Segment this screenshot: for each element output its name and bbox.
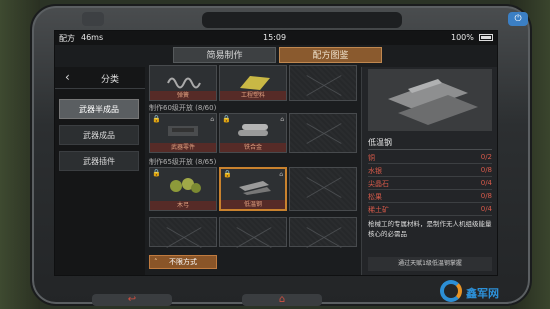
recipe-grid: 弹簧 工程塑料 制作60级开放 (8/60) 🔒 ⌂ 武器零件 🔒 ⌂ 铁合金 …: [147, 65, 361, 275]
unlock-hint: 通过天赋1级低温钢掌握: [368, 257, 492, 271]
recipe-cell-plastic[interactable]: 工程塑料: [219, 65, 287, 101]
material-row: 松果 0/8: [368, 192, 492, 203]
recipe-cell-weapon-parts[interactable]: 🔒 ⌂ 武器零件: [149, 113, 217, 153]
unlimited-mode-label: 不限方式: [169, 258, 197, 266]
cell-label: 弹簧: [150, 91, 216, 100]
chevron-left-icon[interactable]: ‹: [65, 70, 70, 84]
material-name: 铜: [368, 154, 375, 162]
recipe-cell-empty: [289, 113, 357, 153]
weapon-parts-icon: [168, 126, 198, 136]
home-button[interactable]: ⌂: [242, 294, 322, 306]
device-bottom-bar: ↩ ⌂: [92, 294, 472, 308]
status-bar: 配方 46ms 15:09 100%: [55, 31, 497, 45]
recipe-cell-empty: [149, 217, 217, 247]
watermark-text: 鑫军网: [466, 287, 499, 300]
clock-text: 15:09: [263, 33, 287, 42]
material-name: 稀土矿: [368, 206, 389, 214]
material-row: 铜 0/2: [368, 153, 492, 164]
power-button[interactable]: ⏻: [508, 12, 528, 26]
lock-icon: 🔒: [222, 115, 231, 123]
house-icon: ⌂: [280, 116, 284, 123]
unlimited-mode-button[interactable]: ˄ 不限方式: [149, 255, 217, 269]
sidebar-item-weapon-finished[interactable]: 武器成品: [59, 125, 139, 145]
tab-recipe-book[interactable]: 配方图鉴: [279, 47, 382, 63]
material-qty: 0/4: [480, 205, 492, 213]
material-name: 松果: [368, 193, 382, 201]
material-qty: 0/2: [480, 153, 492, 161]
battery-text: 100%: [451, 33, 474, 42]
steel-bar-icon: [239, 181, 271, 195]
material-qty: 0/4: [480, 179, 492, 187]
device-top-bar: [202, 12, 402, 28]
house-icon: ⌂: [210, 116, 214, 123]
sidebar-item-weapon-semi[interactable]: 武器半成品: [59, 99, 139, 119]
signal-text: 46ms: [81, 33, 104, 42]
carrier-text: 配方: [59, 34, 75, 43]
material-name: 尖晶石: [368, 180, 389, 188]
material-qty: 0/8: [480, 166, 492, 174]
chevron-up-icon: ˄: [154, 258, 158, 266]
tab-bar: 简易制作 配方图鉴: [173, 47, 383, 63]
material-row: 水银 0/8: [368, 166, 492, 177]
material-name: 水银: [368, 167, 382, 175]
section-label-65: 制作65级开放 (8/65): [149, 158, 217, 166]
cell-label: 木弓: [150, 201, 216, 210]
material-row: 尖晶石 0/4: [368, 179, 492, 190]
screen: 配方 46ms 15:09 100% 简易制作 配方图鉴 ‹ 分类 武器半成品 …: [54, 30, 498, 276]
divider: [368, 149, 492, 150]
cell-label: 武器零件: [150, 143, 216, 152]
house-icon: ⌂: [279, 171, 283, 178]
plastic-icon: [240, 76, 270, 90]
sidebar-header: ‹ 分类: [55, 67, 145, 89]
recipe-cell-spring[interactable]: 弹簧: [149, 65, 217, 101]
lock-icon: 🔒: [223, 170, 232, 178]
material-row: 稀土矿 0/4: [368, 205, 492, 216]
watermark-logo-icon: [440, 280, 462, 302]
cell-label: 低温钢: [221, 200, 285, 209]
recipe-cell-empty: [289, 65, 357, 101]
device-left-button[interactable]: [82, 12, 104, 26]
detail-panel: 低温钢 铜 0/2 水银 0/8 尖晶石 0/4 松果 0/8 稀土矿 0/4 …: [361, 67, 497, 275]
recipe-cell-empty: [289, 217, 357, 247]
recipe-cell-empty: [289, 167, 357, 211]
recipe-cell-low-temp-steel[interactable]: 🔒 ⌂ 低温钢: [219, 167, 287, 211]
tab-simple-craft[interactable]: 简易制作: [173, 47, 276, 63]
alloy-icon: [238, 124, 268, 136]
material-qty: 0/8: [480, 192, 492, 200]
recipe-cell-alloy[interactable]: 🔒 ⌂ 铁合金: [219, 113, 287, 153]
back-button[interactable]: ↩: [92, 294, 172, 306]
cell-label: 工程塑料: [220, 91, 286, 100]
lock-icon: 🔒: [152, 169, 161, 177]
item-description: 枪械工的专属材料，是制作无人机组级能量核心的必需品: [368, 220, 492, 238]
section-label-60: 制作60级开放 (8/60): [149, 104, 217, 112]
steel-bar-illustration: [388, 79, 478, 125]
recipe-cell-empty: [219, 217, 287, 247]
spring-icon: [167, 77, 201, 89]
cell-label: 铁合金: [220, 143, 286, 152]
item-name: 低温钢: [368, 138, 392, 147]
watermark: 鑫军网: [440, 276, 548, 306]
recipe-cell-wood-bow[interactable]: 🔒 木弓: [149, 167, 217, 211]
wood-bow-icon: [170, 178, 201, 193]
steel-bar-image: [368, 69, 492, 131]
category-sidebar: ‹ 分类 武器半成品 武器成品 武器插件: [55, 67, 145, 275]
battery-icon: [479, 34, 493, 41]
sidebar-title: 分类: [101, 75, 120, 85]
lock-icon: 🔒: [152, 115, 161, 123]
sidebar-item-weapon-plugin[interactable]: 武器插件: [59, 151, 139, 171]
